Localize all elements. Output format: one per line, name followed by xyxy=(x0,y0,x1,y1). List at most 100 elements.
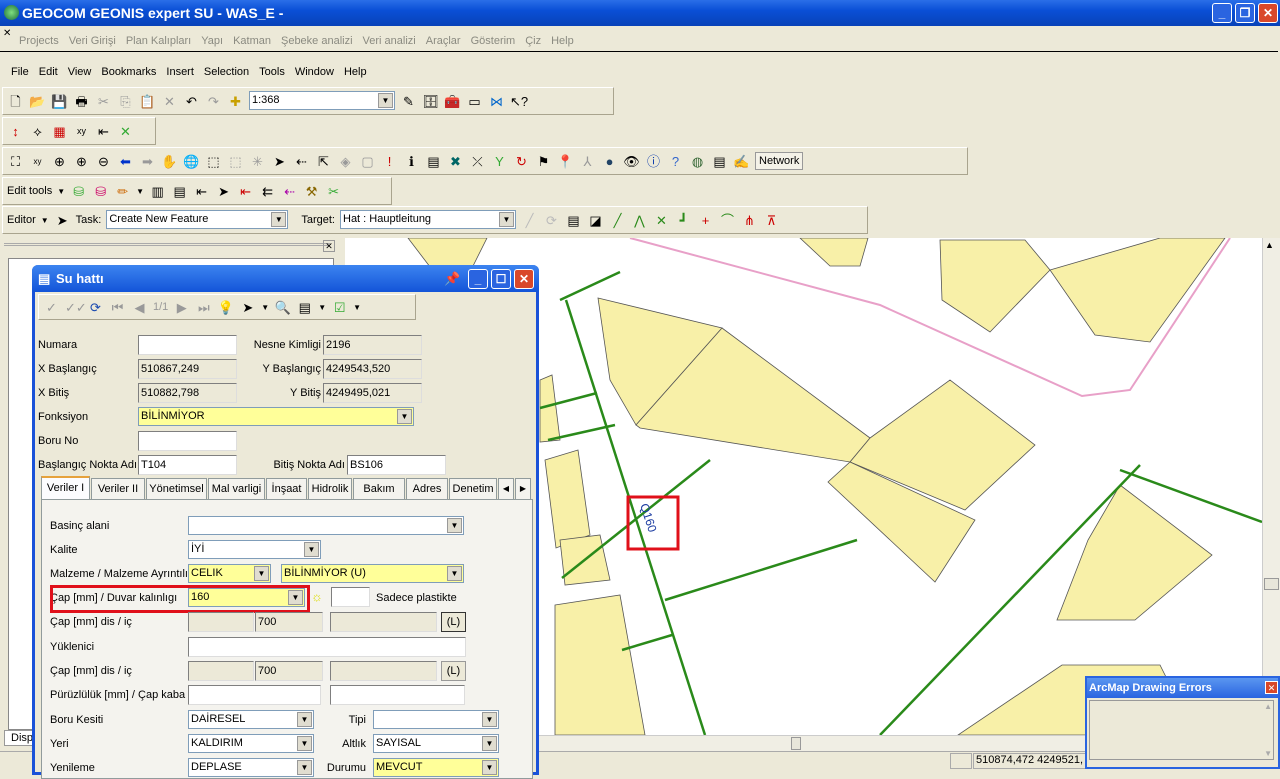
info-icon[interactable]: ℹ xyxy=(403,153,420,170)
attributes-icon[interactable]: ▥ xyxy=(149,183,166,200)
menu-view[interactable]: View xyxy=(63,66,97,78)
cut-tool-icon[interactable]: ✂ xyxy=(325,183,342,200)
goto-xy-icon[interactable]: xy xyxy=(29,153,46,170)
bitis-nokta-input[interactable]: BS106 xyxy=(347,455,446,475)
close-menu-icon[interactable]: ✕ xyxy=(3,28,11,39)
identify-line-icon[interactable]: ↕ xyxy=(7,123,24,140)
copy-icon[interactable]: ⎘ xyxy=(117,93,134,110)
globe-icon[interactable]: 🌐 xyxy=(183,153,200,170)
last-record-icon[interactable]: ⏭ xyxy=(195,299,212,316)
label-icon[interactable]: ▦ xyxy=(51,123,68,140)
pan-icon[interactable]: ✋ xyxy=(161,153,178,170)
flag-icon[interactable]: ⚑ xyxy=(535,153,552,170)
chevron-down-icon[interactable]: ▼ xyxy=(353,303,361,312)
ida-icon[interactable]: ▤ xyxy=(425,153,442,170)
cap-kaba-input[interactable] xyxy=(330,685,465,705)
editor-toolbar-icon[interactable]: ✎ xyxy=(400,93,417,110)
search-icon[interactable]: 🔍 xyxy=(274,299,291,316)
geonis-menu-katman[interactable]: Katman xyxy=(228,35,276,47)
malzeme-detay-combo[interactable]: BİLİNMİYOR (U) ▼ xyxy=(281,564,464,583)
basinc-alani-combo[interactable]: ▼ xyxy=(188,516,464,535)
chevron-down-icon[interactable]: ▼ xyxy=(378,93,393,108)
add-data-icon[interactable]: ✚ xyxy=(227,93,244,110)
prev-record-icon[interactable]: ◀ xyxy=(131,299,148,316)
chevron-down-icon[interactable]: ▼ xyxy=(482,712,497,727)
sketch-properties-icon[interactable]: ◪ xyxy=(587,212,604,229)
dialog-minimize-button[interactable]: _ xyxy=(468,269,488,289)
chevron-down-icon[interactable]: ▼ xyxy=(482,760,497,775)
undo-icon[interactable]: ↶ xyxy=(183,93,200,110)
fonksiyon-combo[interactable]: BİLİNMİYOR ▼ xyxy=(138,407,414,426)
pointer-icon[interactable]: ➤ xyxy=(239,299,256,316)
dialog-close-button[interactable]: ✕ xyxy=(514,269,534,289)
menu-file[interactable]: File xyxy=(6,66,34,78)
geonis-menu-plan-kalıpları[interactable]: Plan Kalıpları xyxy=(121,35,196,47)
scroll-up-icon[interactable]: ▲ xyxy=(1264,702,1272,711)
validate-icon[interactable]: ☑ xyxy=(331,299,348,316)
tab-yonetimsel[interactable]: Yönetimsel xyxy=(146,478,207,499)
delete-icon[interactable]: ✕ xyxy=(161,93,178,110)
clear-selection-icon[interactable]: ✳ xyxy=(249,153,266,170)
select-elements-icon[interactable]: ➤ xyxy=(271,153,288,170)
errors-list[interactable]: ▲ ▼ xyxy=(1089,700,1274,760)
task-combo[interactable]: Create New Feature ▼ xyxy=(106,210,289,229)
full-extent-icon[interactable]: ⛶ xyxy=(7,153,24,170)
scale-combo[interactable]: 1:368 ▼ xyxy=(249,91,395,110)
query-icon[interactable]: ? xyxy=(667,153,684,170)
chevron-down-icon[interactable]: ▼ xyxy=(297,712,312,727)
edit-tools-menu[interactable]: Edit tools xyxy=(7,185,52,197)
fork-icon[interactable]: ⋔ xyxy=(741,212,758,229)
forward-icon[interactable]: ➡ xyxy=(139,153,156,170)
align-top-icon[interactable]: ⊼ xyxy=(763,212,780,229)
scroll-down-icon[interactable]: ▼ xyxy=(1264,749,1272,758)
line-icon[interactable]: ╱ xyxy=(609,212,626,229)
chevron-down-icon[interactable]: ▼ xyxy=(297,736,312,751)
cut-icon[interactable]: ✂ xyxy=(95,93,112,110)
flow-icon[interactable]: ⇠ xyxy=(293,153,310,170)
chevron-down-icon[interactable]: ▼ xyxy=(271,212,287,227)
tab-veriler-2[interactable]: Veriler II xyxy=(91,478,145,499)
editor-menu[interactable]: Editor xyxy=(7,214,36,226)
hyperlink-icon[interactable]: ⇱ xyxy=(315,153,332,170)
tab-hidrolik[interactable]: Hidrolik xyxy=(308,478,352,499)
report-icon[interactable]: ✍ xyxy=(733,153,750,170)
geonis-menu-veri-analizi[interactable]: Veri analizi xyxy=(358,35,421,47)
chevron-down-icon[interactable]: ▼ xyxy=(318,303,326,312)
table-view-icon[interactable]: ▤ xyxy=(296,299,313,316)
zoom-out-icon[interactable]: ⊖ xyxy=(95,153,112,170)
close-panel-icon[interactable]: ✕ xyxy=(323,240,335,252)
trace-icon[interactable]: ✖ xyxy=(447,153,464,170)
tab-scroll-left-icon[interactable]: ◀ xyxy=(498,478,514,499)
puruzluluk-input[interactable] xyxy=(188,685,321,705)
scroll-up-icon[interactable]: ▲ xyxy=(1265,240,1274,250)
scroll-thumb[interactable] xyxy=(791,737,801,750)
cross-icon[interactable]: ✕ xyxy=(653,212,670,229)
chevron-down-icon[interactable]: ▼ xyxy=(397,409,412,424)
vertex-icon[interactable]: ⟡ xyxy=(29,123,46,140)
edit-tool-icon[interactable]: ➤ xyxy=(54,212,71,229)
chevron-down-icon[interactable]: ▼ xyxy=(297,760,312,775)
geonis-menu-şebeke-analizi[interactable]: Şebeke analizi xyxy=(276,35,358,47)
scroll-thumb[interactable] xyxy=(1264,578,1279,590)
kalite-combo[interactable]: İYİ ▼ xyxy=(188,540,321,559)
arccatalog-icon[interactable]: 🗄 xyxy=(422,93,439,110)
tab-veriler-1[interactable]: Veriler I xyxy=(41,476,90,500)
altlik-combo[interactable]: SAYISAL ▼ xyxy=(373,734,499,753)
web-icon[interactable]: ◍ xyxy=(689,153,706,170)
durumu-combo[interactable]: MEVCUT ▼ xyxy=(373,758,499,777)
map-vertical-scrollbar[interactable]: ▲ xyxy=(1262,238,1280,751)
restore-button[interactable]: ❐ xyxy=(1235,3,1255,23)
geonis-menu-çiz[interactable]: Çiz xyxy=(520,35,546,47)
numara-input[interactable] xyxy=(138,335,237,355)
tool-icon[interactable]: ⚒ xyxy=(303,183,320,200)
corner-icon[interactable]: ┛ xyxy=(675,212,692,229)
chevron-down-icon[interactable]: ▼ xyxy=(261,303,269,312)
merge-icon[interactable]: ⇇ xyxy=(259,183,276,200)
edit-pointer-icon[interactable]: ➤ xyxy=(215,183,232,200)
chevron-down-icon[interactable]: ▼ xyxy=(57,187,65,196)
plus-icon[interactable]: + xyxy=(697,212,714,229)
measure-icon[interactable]: ◈ xyxy=(337,153,354,170)
target-combo[interactable]: Hat : Hauptleitung ▼ xyxy=(340,210,516,229)
rotate-icon[interactable]: ⟳ xyxy=(543,212,560,229)
menu-help[interactable]: Help xyxy=(339,66,372,78)
